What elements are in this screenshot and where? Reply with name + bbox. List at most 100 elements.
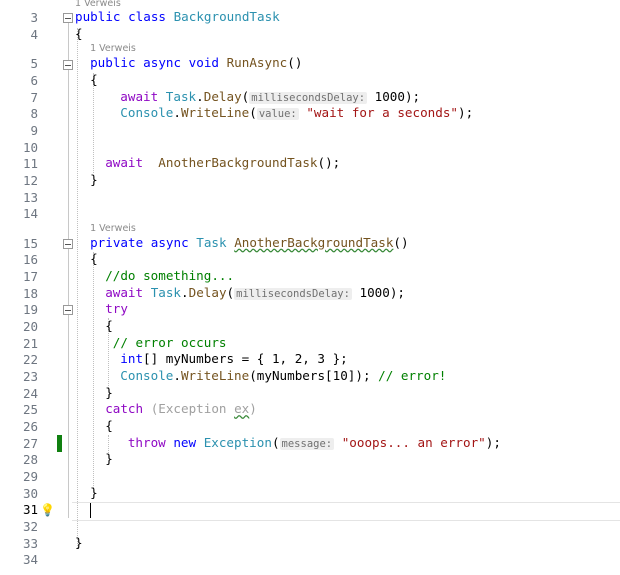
code-token: //do something... <box>105 268 235 284</box>
code-line[interactable]: } <box>75 535 83 550</box>
code-line[interactable]: { <box>90 251 98 266</box>
line-number: 33 <box>22 535 38 551</box>
code-line[interactable]: { <box>75 26 83 41</box>
codelens-references[interactable]: 1 Verweis <box>90 43 136 54</box>
code-token: ) <box>249 401 257 417</box>
code-token: ( <box>226 284 235 300</box>
code-token: Console <box>120 105 174 121</box>
code-token: ( <box>249 105 257 121</box>
code-token: Task <box>150 284 182 300</box>
line-number: 29 <box>22 468 38 484</box>
code-token: (myNumbers[10]); <box>249 368 379 383</box>
code-token: { <box>90 251 98 267</box>
change-marker <box>57 435 62 452</box>
code-line[interactable]: public async void RunAsync() <box>90 55 302 70</box>
code-token: Task <box>165 88 197 104</box>
code-token: { <box>105 417 113 433</box>
code-token: await <box>105 155 151 171</box>
outline-margin-line <box>68 22 69 518</box>
code-line[interactable]: { <box>105 418 113 433</box>
code-token: ex <box>234 401 250 417</box>
code-token: ); <box>485 434 501 450</box>
code-token: Console <box>120 368 174 383</box>
text-caret <box>90 503 91 518</box>
line-number: 14 <box>22 206 38 222</box>
code-token: // error! <box>378 368 447 383</box>
line-number: 16 <box>22 252 38 268</box>
collapse-icon[interactable] <box>63 305 73 315</box>
line-number: 10 <box>22 139 38 155</box>
code-token: Delay <box>203 88 242 104</box>
code-line[interactable]: int[] myNumbers = { 1, 2, 3 }; <box>120 351 347 366</box>
code-line[interactable]: { <box>105 318 113 333</box>
codelens-references[interactable]: 1 Verweis <box>90 223 136 234</box>
line-number: 19 <box>22 302 38 318</box>
code-line[interactable]: } <box>90 485 98 500</box>
code-token: { <box>75 25 83 41</box>
code-token: } <box>90 171 98 187</box>
current-line-highlight <box>72 502 620 521</box>
code-token: Task <box>196 234 235 250</box>
line-number: 8 <box>30 106 38 122</box>
code-token: ); <box>458 105 474 121</box>
code-token: Exception <box>203 434 272 450</box>
code-line[interactable]: Console.WriteLine(myNumbers[10]); // err… <box>120 368 446 383</box>
collapse-icon[interactable] <box>63 60 73 70</box>
lightbulb-icon[interactable]: 💡 <box>40 503 55 517</box>
code-token: } <box>90 484 98 500</box>
code-token: public <box>90 55 144 71</box>
line-number: 9 <box>30 122 38 138</box>
code-token: public <box>75 9 129 24</box>
code-token: ( <box>271 434 280 450</box>
parameter-hint: millisecondsDelay: <box>234 287 352 300</box>
line-number: 17 <box>22 269 38 285</box>
parameter-hint: millisecondsDelay: <box>249 91 368 104</box>
code-line[interactable]: await AnotherBackgroundTask(); <box>105 155 340 170</box>
code-line[interactable]: catch (Exception ex) <box>105 401 257 416</box>
code-token: } <box>75 534 83 550</box>
code-line[interactable]: try <box>105 301 128 316</box>
code-line[interactable]: private async Task AnotherBackgroundTask… <box>90 235 409 250</box>
code-line[interactable]: } <box>105 451 113 466</box>
code-token: "ooops... an error" <box>341 434 486 450</box>
code-line[interactable]: await Task.Delay(millisecondsDelay: 1000… <box>105 285 405 300</box>
code-token: 1000); <box>367 88 421 104</box>
code-token: async <box>143 55 189 71</box>
parameter-hint: value: <box>256 108 299 121</box>
codelens-references[interactable]: 1 Verweis <box>75 0 121 9</box>
line-number: 12 <box>22 172 38 188</box>
line-number: 30 <box>22 485 38 501</box>
code-line[interactable]: Console.WriteLine(value: "wait for a sec… <box>120 105 474 121</box>
line-number: 5 <box>30 56 38 72</box>
code-token: . <box>173 105 181 121</box>
code-line[interactable]: await Task.Delay(millisecondsDelay: 1000… <box>120 89 420 104</box>
indent-guide <box>93 252 94 488</box>
indent-guide <box>77 28 78 548</box>
code-token: AnotherBackgroundTask <box>234 234 394 250</box>
code-token: private <box>90 234 151 250</box>
line-number: 27 <box>22 435 38 451</box>
code-token: "wait for a seconds" <box>306 105 458 121</box>
code-line[interactable]: throw new Exception(message: "ooops... a… <box>128 435 501 450</box>
parameter-hint: message: <box>279 437 335 450</box>
code-line[interactable]: } <box>105 385 113 400</box>
collapse-icon[interactable] <box>63 239 73 249</box>
line-number: 3 <box>30 10 38 25</box>
line-number: 21 <box>22 335 38 351</box>
line-number: 32 <box>22 518 38 534</box>
line-number: 26 <box>22 418 38 434</box>
line-number: 15 <box>22 235 38 251</box>
code-token: . <box>173 368 181 383</box>
code-token: async <box>150 234 197 250</box>
code-token: () <box>287 55 303 71</box>
code-line[interactable]: public class BackgroundTask <box>75 9 280 24</box>
collapse-icon[interactable] <box>63 13 73 23</box>
code-token: throw <box>127 434 174 450</box>
line-number: 25 <box>22 402 38 418</box>
code-line[interactable]: // error occurs <box>113 335 227 350</box>
code-line[interactable]: { <box>90 72 98 87</box>
code-line[interactable]: } <box>90 172 98 187</box>
code-token: class <box>128 9 174 24</box>
code-line[interactable]: //do something... <box>105 268 234 283</box>
code-token: Delay <box>188 284 227 300</box>
